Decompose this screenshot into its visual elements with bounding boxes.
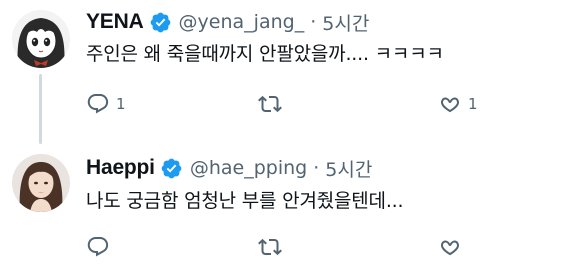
author-name[interactable]: Haeppi	[86, 156, 155, 180]
reply-icon	[87, 94, 109, 114]
timestamp[interactable]: 5시간	[322, 9, 369, 36]
tweet-header: Haeppi @hae_pping · 5시간	[86, 155, 372, 181]
tweet[interactable]: YENA @yena_jang_ · 5시간 주인은 왜 죽을때까지 안팔았을까…	[0, 0, 585, 144]
tweet[interactable]: Haeppi @hae_pping · 5시간 나도 궁금함 엄청난 부를 안겨…	[0, 138, 585, 273]
avatar[interactable]	[12, 10, 70, 68]
avatar[interactable]	[12, 154, 70, 212]
like-icon	[440, 240, 460, 256]
tweet-text: 나도 궁금함 엄청난 부를 안겨줬을텐데...	[86, 190, 404, 212]
retweet-icon	[258, 95, 282, 113]
like-icon	[440, 97, 460, 113]
author-name[interactable]: YENA	[86, 10, 144, 34]
tweet-text: 주인은 왜 죽을때까지 안팔았을까.... ㅋㅋㅋㅋ	[86, 43, 444, 65]
author-handle[interactable]: @hae_pping	[190, 157, 307, 179]
action-bar: 1 1	[0, 90, 585, 120]
reply-button[interactable]: 1	[86, 92, 126, 116]
like-button[interactable]	[438, 235, 468, 259]
reply-button[interactable]	[86, 235, 116, 259]
like-button[interactable]: 1	[438, 92, 478, 116]
retweet-button[interactable]	[258, 92, 288, 116]
author-handle[interactable]: @yena_jang_	[179, 11, 305, 33]
retweet-icon	[258, 238, 282, 256]
action-bar	[0, 233, 585, 263]
verified-badge-icon	[161, 158, 182, 178]
separator-dot: ·	[313, 157, 320, 179]
tweet-header: YENA @yena_jang_ · 5시간	[86, 9, 369, 35]
reply-count: 1	[116, 95, 126, 113]
retweet-button[interactable]	[258, 235, 288, 259]
separator-dot: ·	[310, 11, 317, 33]
reply-icon	[87, 237, 109, 257]
like-count: 1	[468, 95, 478, 113]
timestamp[interactable]: 5시간	[325, 155, 372, 182]
verified-badge-icon	[150, 12, 170, 32]
